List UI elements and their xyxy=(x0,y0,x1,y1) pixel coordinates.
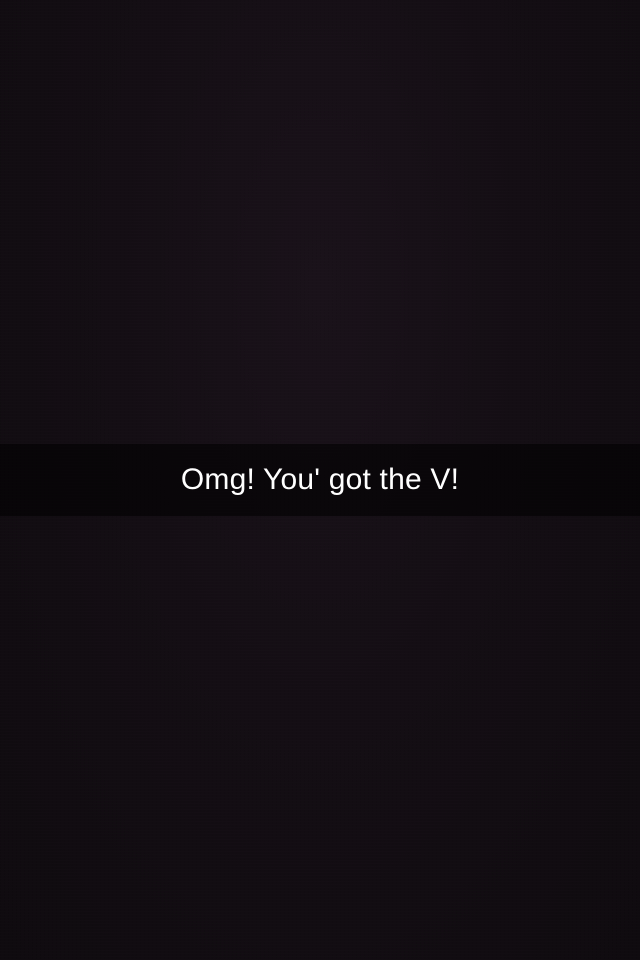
caption-text: Omg! You' got the V! xyxy=(180,463,460,496)
snap-photo-view[interactable]: Omg! You' got the V! xyxy=(0,0,640,960)
caption-bar: Omg! You' got the V! xyxy=(0,444,640,516)
